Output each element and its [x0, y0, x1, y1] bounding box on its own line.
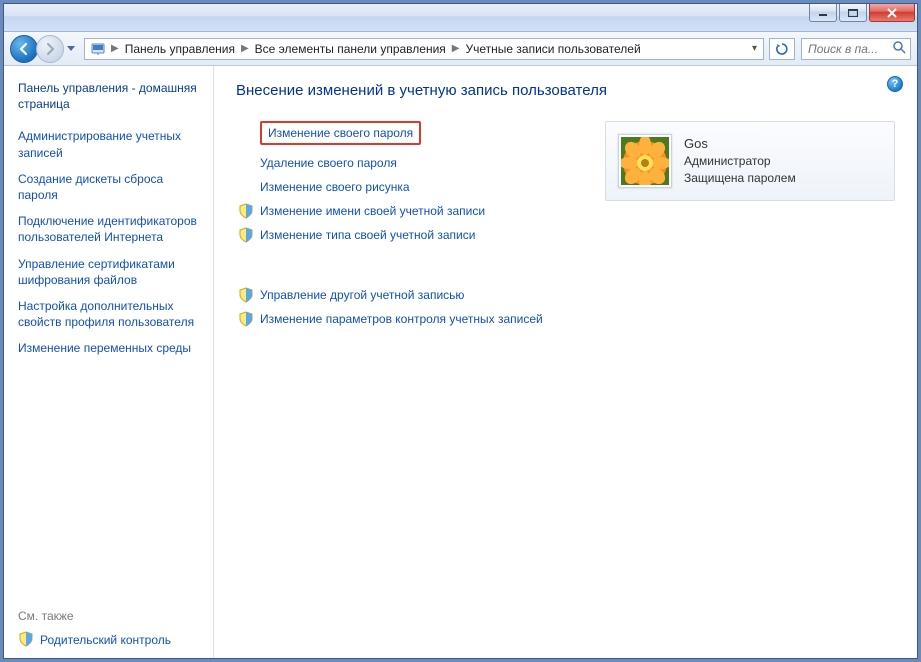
minimize-button[interactable]: [809, 4, 837, 22]
sidebar-link-reset-disk[interactable]: Создание дискеты сброса пароля: [18, 171, 203, 203]
address-dropdown-icon[interactable]: ▾: [748, 43, 761, 54]
chevron-right-icon: ▶: [107, 43, 123, 54]
action-change-password[interactable]: Изменение своего пароля: [260, 121, 421, 145]
user-name: Gos: [684, 135, 796, 153]
action-label: Изменение своего пароля: [268, 124, 413, 142]
sidebar-link-online-ids[interactable]: Подключение идентификаторов пользователе…: [18, 213, 203, 245]
page-title: Внесение изменений в учетную запись поль…: [236, 82, 895, 99]
shield-icon: [18, 631, 34, 650]
action-group-self: Изменение своего пароля Удаление своего …: [236, 121, 581, 247]
main-pane: ? Внесение изменений в учетную запись по…: [214, 66, 917, 658]
user-role: Администратор: [684, 153, 796, 170]
shield-icon: [238, 203, 254, 219]
shield-icon: [238, 311, 254, 327]
user-picture[interactable]: [618, 134, 672, 188]
flower-icon: [621, 137, 669, 185]
action-label: Изменение своего рисунка: [260, 178, 410, 196]
action-uac-settings[interactable]: Изменение параметров контроля учетных за…: [236, 307, 581, 331]
nav-buttons: [10, 35, 78, 63]
breadcrumb-all-items[interactable]: Все элементы панели управления: [253, 42, 448, 56]
shield-icon: [238, 287, 254, 303]
address-bar[interactable]: ▶ Панель управления ▶ Все элементы панел…: [84, 38, 764, 60]
chevron-right-icon: ▶: [448, 43, 464, 54]
title-bar: [4, 4, 917, 32]
sidebar: Панель управления - домашняя страница Ад…: [4, 66, 214, 658]
action-label: Изменение типа своей учетной записи: [260, 226, 475, 244]
nav-history-dropdown[interactable]: [64, 38, 78, 60]
action-label: Управление другой учетной записью: [260, 286, 464, 304]
window-frame: ▶ Панель управления ▶ Все элементы панел…: [3, 3, 918, 659]
user-info: Gos Администратор Защищена паролем: [684, 135, 796, 187]
action-change-name[interactable]: Изменение имени своей учетной записи: [236, 199, 581, 223]
refresh-button[interactable]: [769, 38, 795, 60]
sidebar-link-admin-accounts[interactable]: Администрирование учетных записей: [18, 128, 203, 160]
breadcrumb-user-accounts[interactable]: Учетные записи пользователей: [463, 42, 642, 56]
action-group-other: Управление другой учетной записью Измене…: [236, 283, 581, 331]
sidebar-link-env-vars[interactable]: Изменение переменных среды: [18, 340, 203, 356]
action-label: Изменение имени своей учетной записи: [260, 202, 485, 220]
action-change-picture[interactable]: Изменение своего рисунка: [236, 175, 581, 199]
action-label: Изменение параметров контроля учетных за…: [260, 310, 543, 328]
sidebar-footer: См. также Родительский контроль: [18, 597, 203, 650]
sidebar-link-parental-control[interactable]: Родительский контроль: [40, 632, 171, 648]
close-button[interactable]: [869, 4, 915, 22]
help-icon[interactable]: ?: [887, 76, 903, 92]
search-input[interactable]: [806, 41, 886, 57]
sidebar-link-profile-props[interactable]: Настройка дополнительных свойств профиля…: [18, 298, 203, 330]
search-box[interactable]: [801, 38, 911, 60]
see-also-label: См. также: [18, 609, 203, 623]
nav-bar: ▶ Панель управления ▶ Все элементы панел…: [4, 32, 917, 66]
shield-icon: [238, 227, 254, 243]
back-button[interactable]: [10, 35, 38, 63]
sidebar-home-link[interactable]: Панель управления - домашняя страница: [18, 80, 203, 112]
action-manage-other[interactable]: Управление другой учетной записью: [236, 283, 581, 307]
forward-button[interactable]: [36, 35, 64, 63]
breadcrumb-control-panel[interactable]: Панель управления: [123, 42, 237, 56]
sidebar-task-list: Администрирование учетных записей Создан…: [18, 128, 203, 356]
search-icon[interactable]: [892, 40, 906, 57]
control-panel-icon: [89, 41, 107, 57]
sidebar-link-certificates[interactable]: Управление сертификатами шифрования файл…: [18, 256, 203, 288]
chevron-right-icon: ▶: [237, 43, 253, 54]
user-card: Gos Администратор Защищена паролем: [605, 121, 895, 201]
user-password-status: Защищена паролем: [684, 170, 796, 187]
action-label: Удаление своего пароля: [260, 154, 397, 172]
action-remove-password[interactable]: Удаление своего пароля: [236, 151, 581, 175]
maximize-button[interactable]: [839, 4, 867, 22]
content-area: Панель управления - домашняя страница Ад…: [4, 66, 917, 658]
action-change-type[interactable]: Изменение типа своей учетной записи: [236, 223, 581, 247]
account-actions: Изменение своего пароля Удаление своего …: [236, 121, 581, 367]
